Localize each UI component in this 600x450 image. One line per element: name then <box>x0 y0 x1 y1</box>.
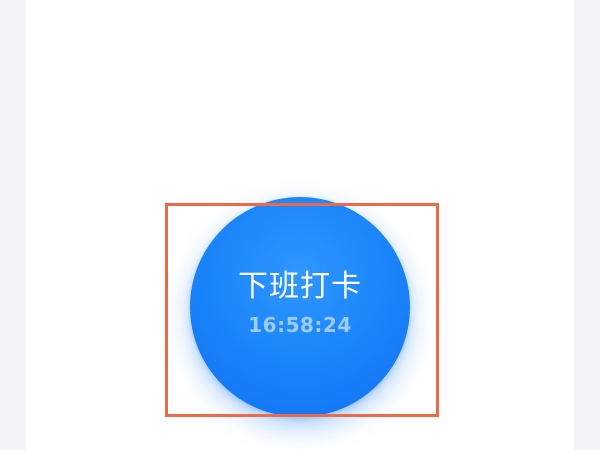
screen: 下班打卡 16:58:24 <box>0 0 600 450</box>
clock-out-button[interactable]: 下班打卡 16:58:24 <box>190 197 410 417</box>
current-time: 16:58:24 <box>248 312 352 337</box>
clock-out-label: 下班打卡 <box>238 268 362 304</box>
